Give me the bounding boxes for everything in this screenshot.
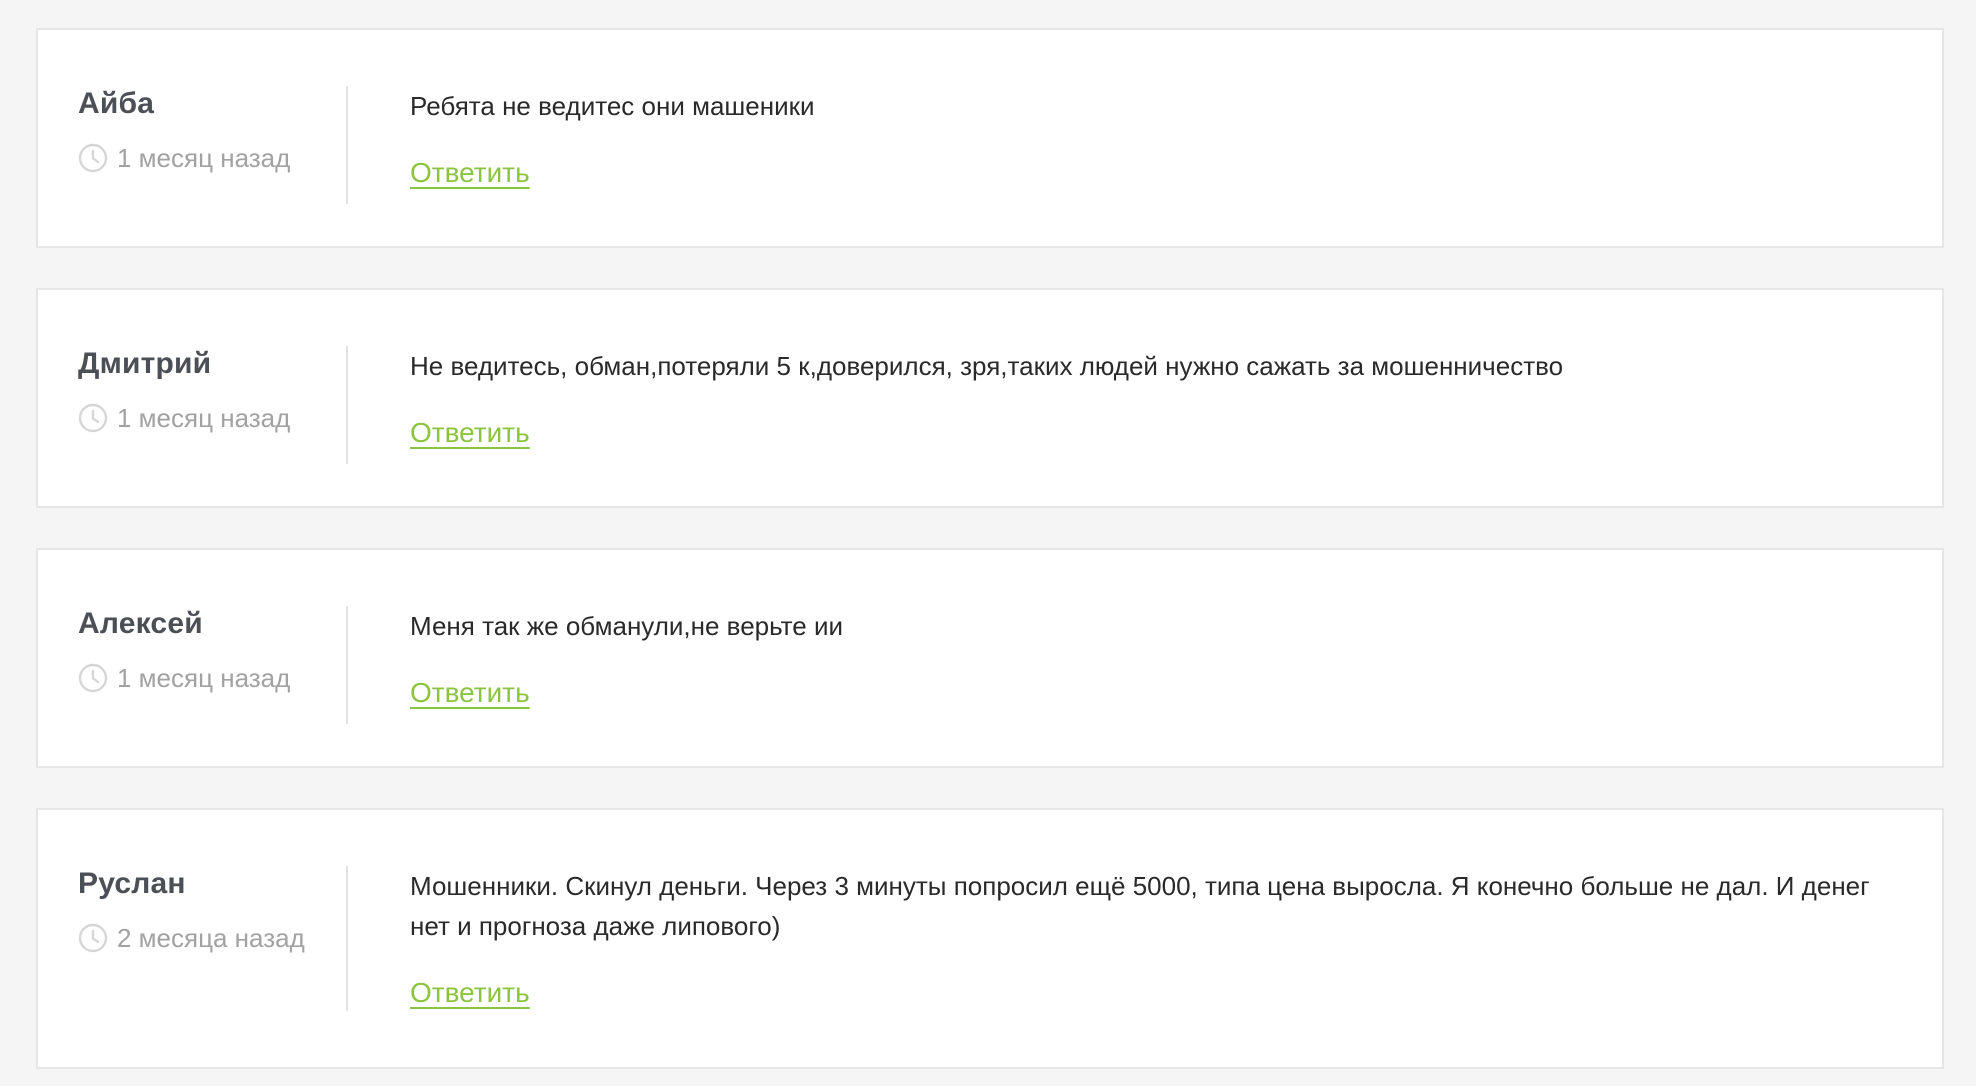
comment-date-text: 2 месяца назад xyxy=(117,923,305,953)
comments-list: Айба 1 месяц назад Ребята не ведитес они… xyxy=(0,0,1976,1086)
comment-card: Айба 1 месяц назад Ребята не ведитес они… xyxy=(36,28,1944,248)
comment-date-text: 1 месяц назад xyxy=(117,143,291,173)
reply-link[interactable]: Ответить xyxy=(410,676,530,710)
comment-content: Меня так же обманули,не верьте ии Ответи… xyxy=(410,606,1882,710)
clock-icon xyxy=(78,403,108,433)
reply-link[interactable]: Ответить xyxy=(410,416,530,450)
comment-content: Ребята не ведитес они машеники Ответить xyxy=(410,86,1882,190)
reply-link[interactable]: Ответить xyxy=(410,976,530,1010)
comment-date: 1 месяц назад xyxy=(78,142,346,174)
reply-link[interactable]: Ответить xyxy=(410,156,530,190)
comment-text: Ребята не ведитес они машеники xyxy=(410,91,815,121)
clock-icon xyxy=(78,663,108,693)
comment-author: Айба xyxy=(78,87,155,120)
comment-date-text: 1 месяц назад xyxy=(117,403,291,433)
comment-card: Руслан 2 месяца назад Мошенники. Скинул … xyxy=(36,808,1944,1069)
comment-date: 2 месяца назад xyxy=(78,922,346,954)
comment-author: Руслан xyxy=(78,867,186,900)
comment-card: Алексей 1 месяц назад Меня так же обману… xyxy=(36,548,1944,768)
comment-meta: Алексей 1 месяц назад xyxy=(78,606,348,724)
comment-meta: Дмитрий 1 месяц назад xyxy=(78,346,348,464)
comment-content: Не ведитесь, обман,потеряли 5 к,доверилс… xyxy=(410,346,1882,450)
comment-meta: Руслан 2 месяца назад xyxy=(78,866,348,1011)
comment-date-text: 1 месяц назад xyxy=(117,663,291,693)
clock-icon xyxy=(78,923,108,953)
comment-author: Дмитрий xyxy=(78,347,212,380)
comment-card: Дмитрий 1 месяц назад Не ведитесь, обман… xyxy=(36,288,1944,508)
comment-date: 1 месяц назад xyxy=(78,662,346,694)
comment-content: Мошенники. Скинул деньги. Через 3 минуты… xyxy=(410,866,1882,1010)
comment-text: Мошенники. Скинул деньги. Через 3 минуты… xyxy=(410,871,1870,941)
comment-text: Не ведитесь, обман,потеряли 5 к,доверилс… xyxy=(410,351,1564,381)
comment-text: Меня так же обманули,не верьте ии xyxy=(410,611,843,641)
clock-icon xyxy=(78,143,108,173)
comment-date: 1 месяц назад xyxy=(78,402,346,434)
comment-author: Алексей xyxy=(78,607,203,640)
comment-meta: Айба 1 месяц назад xyxy=(78,86,348,204)
